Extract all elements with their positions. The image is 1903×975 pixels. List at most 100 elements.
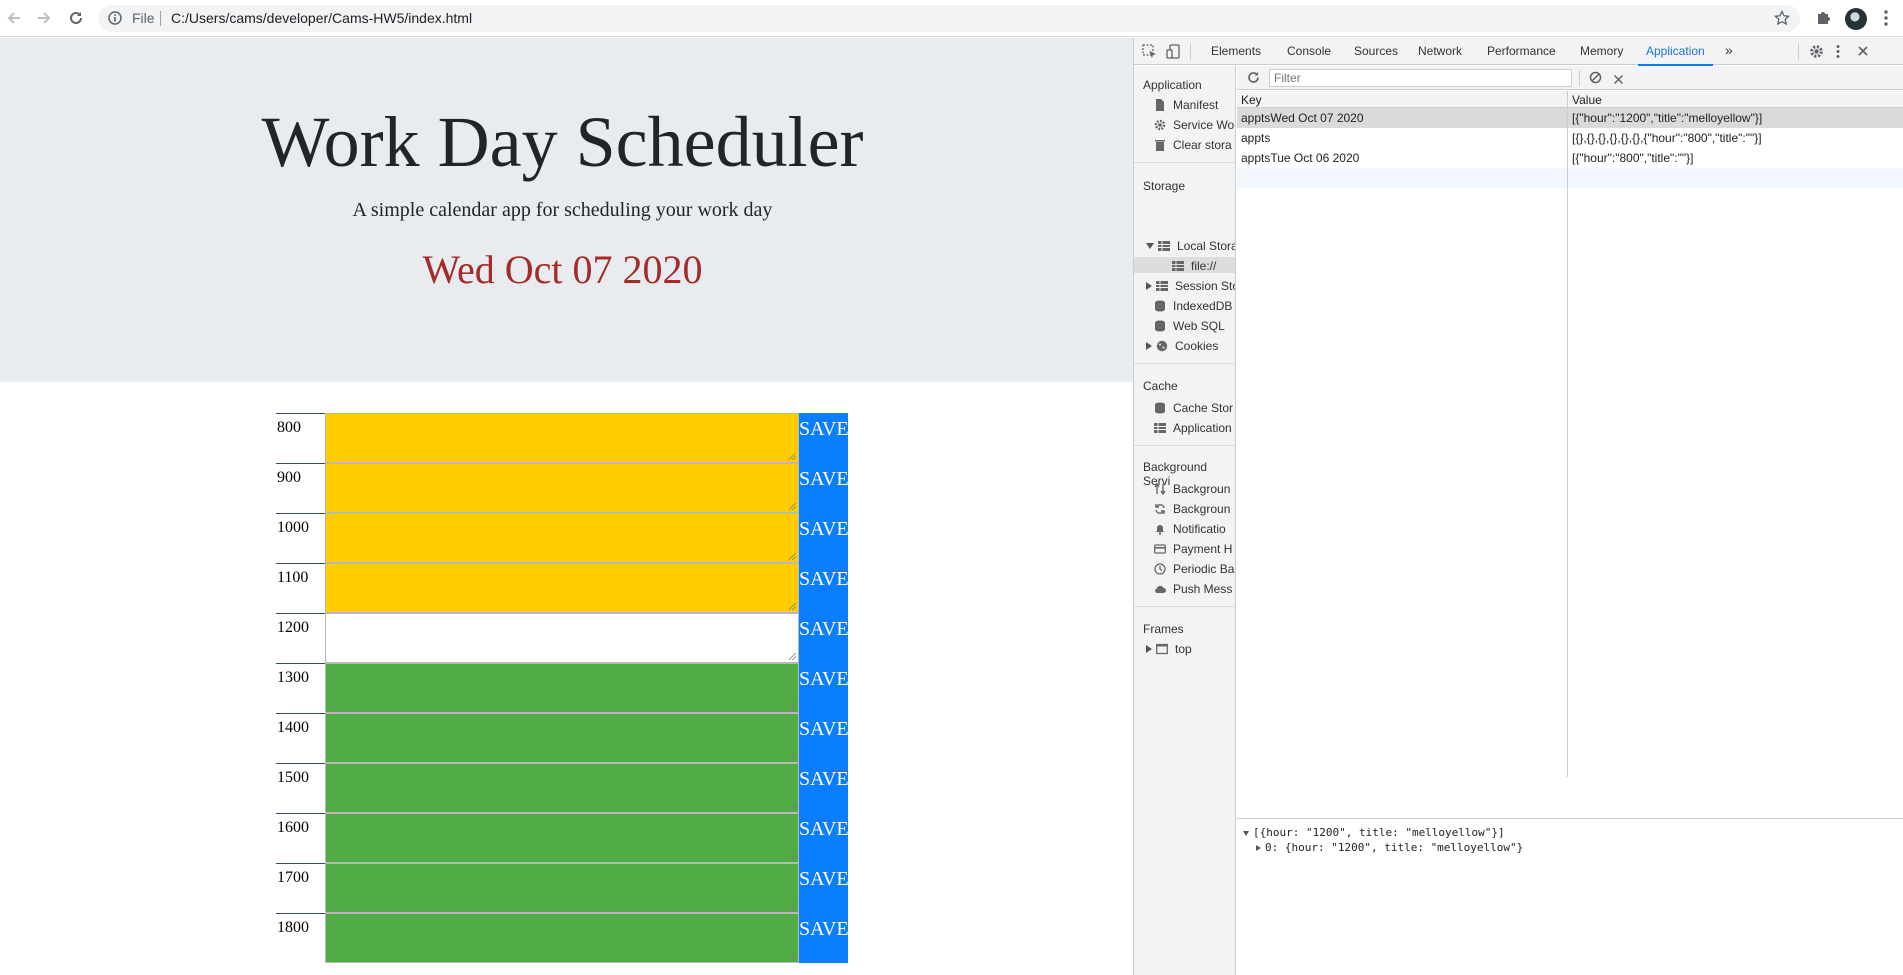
expand-triangle-icon[interactable] [1146,243,1154,249]
address-bar[interactable]: File C:/Users/cams/developer/Cams-HW5/in… [98,5,1800,32]
key-column-header[interactable]: Key [1241,93,1262,107]
description-textarea[interactable] [325,913,799,963]
sidebar-item-indexeddb[interactable]: IndexedDB [1154,299,1232,313]
save-button[interactable]: SAVE [799,813,849,863]
save-button[interactable]: SAVE [799,513,849,563]
sidebar-item-payment-handler[interactable]: Payment H [1154,542,1232,556]
save-button[interactable]: SAVE [799,863,849,913]
reload-icon[interactable] [66,8,86,28]
hour-label: 900 [276,463,325,513]
tab-console[interactable]: Console [1287,44,1331,58]
description-textarea[interactable] [325,763,799,813]
up-down-arrows-icon [1154,482,1168,496]
gear-icon [1154,119,1168,131]
description-textarea[interactable] [325,863,799,913]
collapsed-triangle-icon[interactable] [1146,645,1152,653]
description-textarea[interactable] [325,463,799,513]
forward-icon[interactable] [34,8,54,28]
description-textarea[interactable] [325,813,799,863]
save-button[interactable]: SAVE [799,463,849,513]
description-textarea[interactable] [325,413,799,463]
devtools-menu-icon[interactable] [1836,44,1840,62]
preview-array-line[interactable]: [{hour: "1200", title: "melloyellow"}] [1243,826,1505,839]
description-textarea[interactable] [325,713,799,763]
save-button[interactable]: SAVE [799,663,849,713]
bookmark-star-icon[interactable] [1773,9,1791,31]
value-preview-pane: [{hour: "1200", title: "melloyellow"}] 0… [1237,818,1903,975]
save-button[interactable]: SAVE [799,763,849,813]
sidebar-item-background-sync[interactable]: Backgroun [1154,502,1230,516]
collapsed-triangle-icon[interactable] [1146,342,1152,350]
time-block-row: 1400 SAVE [276,713,849,763]
collapsed-triangle-icon[interactable] [1256,845,1261,851]
table-row[interactable]: appts [{},{},{},{},{},{},{"hour":"800","… [1237,128,1903,148]
tab-performance[interactable]: Performance [1487,44,1556,58]
sidebar-item-label: Cookies [1175,339,1219,353]
tab-memory[interactable]: Memory [1580,44,1623,58]
filter-input[interactable] [1269,69,1572,87]
sidebar-item-periodic-background-sync[interactable]: Periodic Ba [1154,562,1234,576]
info-icon[interactable] [108,11,122,30]
save-button[interactable]: SAVE [799,563,849,613]
profile-avatar[interactable] [1845,8,1867,30]
sidebar-item-manifest[interactable]: Manifest [1154,98,1218,112]
cloud-icon [1154,583,1168,595]
sidebar-item-background-fetch[interactable]: Backgroun [1154,482,1230,496]
sidebar-section-cache: Cache [1143,379,1178,393]
sidebar-item-clear-storage[interactable]: Clear stora [1154,138,1232,152]
tab-elements[interactable]: Elements [1211,44,1261,58]
sidebar-item-push-messaging[interactable]: Push Mess [1154,582,1232,596]
browser-menu-icon[interactable] [1884,9,1888,32]
clear-all-block-icon[interactable] [1589,71,1602,89]
hour-label: 800 [276,413,325,463]
sidebar-item-application-cache[interactable]: Application [1154,421,1232,435]
scheduler-page: Work Day Scheduler A simple calendar app… [0,38,1133,975]
preview-item-text: 0: {hour: "1200", title: "melloyellow"} [1265,841,1524,854]
description-textarea[interactable] [325,563,799,613]
tab-sources[interactable]: Sources [1354,44,1398,58]
hour-label: 1000 [276,513,325,563]
collapsed-triangle-icon[interactable] [1146,282,1152,290]
tab-divider [1798,43,1799,60]
sidebar-item-local-storage-file[interactable]: file:// [1172,259,1216,273]
sidebar-item-websql[interactable]: Web SQL [1154,319,1225,333]
save-button[interactable]: SAVE [799,613,849,663]
time-block-row: 1300 SAVE [276,663,849,713]
sidebar-item-session-storage[interactable]: Session Sto [1146,279,1235,293]
inspect-element-icon[interactable] [1142,44,1157,62]
tab-application[interactable]: Application [1638,44,1713,66]
close-devtools-icon[interactable] [1857,45,1869,60]
preview-item-line[interactable]: 0: {hour: "1200", title: "melloyellow"} [1256,841,1523,854]
sidebar-item-cookies[interactable]: Cookies [1146,339,1218,353]
description-textarea[interactable] [325,513,799,563]
empty-table-row[interactable] [1237,168,1903,188]
expand-triangle-icon[interactable] [1243,831,1249,836]
sidebar-item-cache-storage[interactable]: Cache Stor [1154,401,1233,415]
sidebar-item-label: Local Stora [1177,239,1236,253]
value-column-header[interactable]: Value [1572,93,1602,107]
back-icon[interactable] [4,8,24,28]
tab-network[interactable]: Network [1418,44,1462,58]
sidebar-item-frame-top[interactable]: top [1146,642,1192,656]
sidebar-item-service-workers[interactable]: Service Wo [1154,118,1234,132]
table-row[interactable]: apptsTue Oct 06 2020 [{"hour":"800","tit… [1237,148,1903,168]
url-text[interactable]: C:/Users/cams/developer/Cams-HW5/index.h… [171,10,472,26]
refresh-icon[interactable] [1247,71,1260,89]
extensions-puzzle-icon[interactable] [1815,9,1832,31]
save-button[interactable]: SAVE [799,713,849,763]
time-block-row: 900 SAVE [276,463,849,513]
save-button[interactable]: SAVE [799,913,849,963]
table-row[interactable]: apptsWed Oct 07 2020 [{"hour":"1200","ti… [1237,108,1903,128]
save-button[interactable]: SAVE [799,413,849,463]
settings-gear-icon[interactable] [1809,44,1824,62]
description-textarea[interactable] [325,613,799,663]
database-icon [1154,300,1168,312]
delete-selected-icon[interactable] [1613,72,1624,90]
description-textarea[interactable] [325,663,799,713]
more-tabs-chevron-icon[interactable]: » [1725,42,1733,58]
sidebar-item-local-storage[interactable]: Local Stora [1146,239,1236,253]
column-divider[interactable] [1567,91,1568,777]
sidebar-item-notifications[interactable]: Notificatio [1154,522,1226,536]
time-block-row: 1800 SAVE [276,913,849,963]
device-toolbar-icon[interactable] [1166,44,1181,62]
